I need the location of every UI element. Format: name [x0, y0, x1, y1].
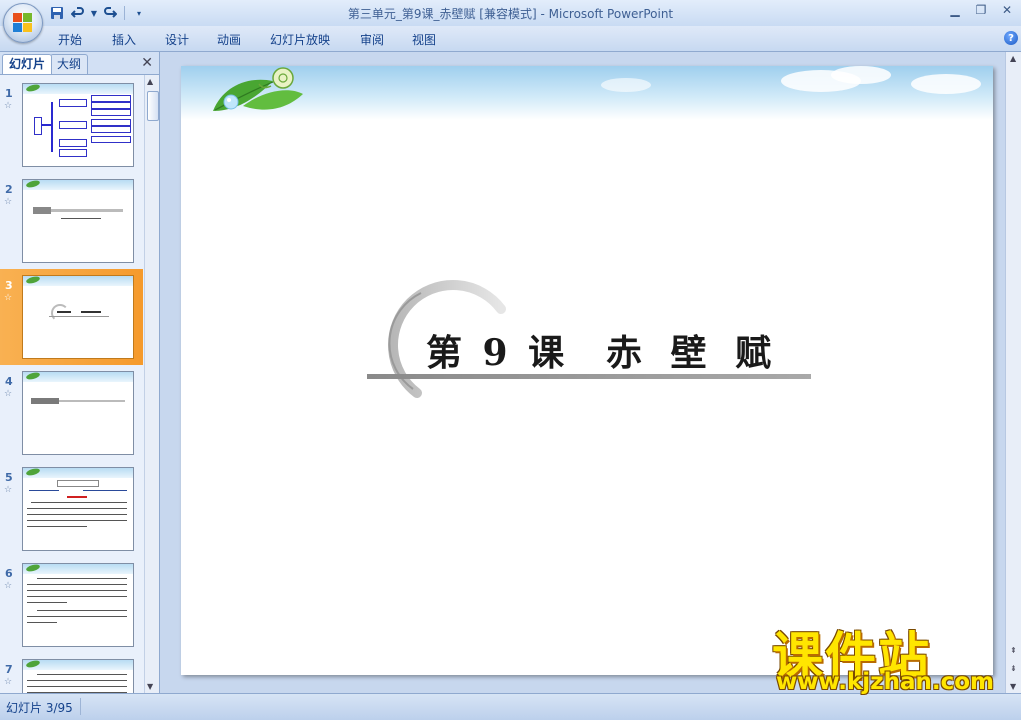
window-controls: ▁ ❐ ✕: [947, 2, 1015, 18]
slide-number: 2: [5, 183, 13, 196]
slide-number: 6: [5, 567, 13, 580]
status-separator: [80, 698, 81, 715]
thumbnail-image: [22, 83, 134, 167]
thumbnail-image: [22, 371, 134, 455]
animation-star-icon: ☆: [4, 293, 13, 303]
slide-thumbnail-3[interactable]: 3 ☆: [0, 269, 143, 365]
tab-insert[interactable]: 插入: [112, 31, 136, 48]
tab-view[interactable]: 视图: [412, 31, 436, 48]
status-bar: 幻灯片 3/95: [0, 693, 1021, 720]
undo-icon[interactable]: [69, 4, 87, 22]
office-button[interactable]: [3, 3, 43, 43]
tab-home[interactable]: 开始: [58, 31, 82, 48]
undo-dropdown-icon[interactable]: ▼: [90, 4, 98, 22]
qat-separator: [124, 6, 125, 20]
scrollbar-thumb[interactable]: [147, 91, 159, 121]
tab-outline[interactable]: 大纲: [50, 54, 89, 74]
redo-icon[interactable]: [101, 4, 119, 22]
slides-pane: 幻灯片 大纲 ✕ 1 ☆ 2 ☆ 3 ☆ 4 ☆ 5 ☆ 6 ☆ 7 ☆ ▲ ▼: [0, 52, 160, 693]
slide-thumbnail-list: 1 ☆ 2 ☆ 3 ☆ 4 ☆ 5 ☆ 6 ☆ 7 ☆: [0, 75, 143, 693]
ribbon-tab-bar: 开始 插入 设计 动画 幻灯片放映 审阅 视图 ?: [0, 26, 1021, 52]
thumbnail-image: [22, 659, 134, 693]
slide-number: 4: [5, 375, 13, 388]
previous-slide-icon[interactable]: ⇞: [1010, 646, 1017, 655]
pane-tabs: 幻灯片 大纲 ✕: [0, 52, 159, 75]
slide-scrollbar[interactable]: ▲ ⇞ ⇟ ▼: [1005, 52, 1021, 693]
slide-number: 7: [5, 663, 13, 676]
slide-thumbnail-6[interactable]: 6 ☆: [0, 557, 143, 653]
animation-star-icon: ☆: [4, 581, 13, 591]
slide-number: 1: [5, 87, 13, 100]
scroll-down-icon[interactable]: ▼: [1010, 682, 1016, 691]
thumbnail-scrollbar[interactable]: ▲ ▼: [144, 75, 159, 693]
title-bar: ▼ ▾ 第三单元_第9课_赤壁赋 [兼容模式] - Microsoft Powe…: [0, 0, 1021, 26]
animation-star-icon: ☆: [4, 389, 13, 399]
scroll-down-icon[interactable]: ▼: [147, 682, 153, 691]
slide-indicator: 幻灯片 3/95: [6, 701, 73, 715]
slide-lesson-number: 第 9 课: [426, 332, 569, 374]
thumbnail-image: [22, 563, 134, 647]
tab-slideshow[interactable]: 幻灯片放映: [270, 31, 330, 48]
slide-number: 3: [5, 279, 13, 292]
close-icon[interactable]: ✕: [999, 2, 1015, 18]
watermark-url: www.kjzhan.com: [776, 669, 994, 695]
slide-thumbnail-4[interactable]: 4 ☆: [0, 365, 143, 461]
tab-animation[interactable]: 动画: [217, 31, 241, 48]
current-slide[interactable]: 第 9 课 赤 壁 赋: [181, 66, 993, 675]
tab-review[interactable]: 审阅: [360, 31, 384, 48]
slide-number: 5: [5, 471, 13, 484]
office-logo-icon: [13, 13, 33, 33]
slide-thumbnail-2[interactable]: 2 ☆: [0, 173, 143, 269]
help-icon[interactable]: ?: [1004, 31, 1018, 45]
slide-thumbnail-7[interactable]: 7 ☆: [0, 653, 143, 693]
customize-toolbar-icon[interactable]: ▾: [130, 4, 148, 22]
restore-icon[interactable]: ❐: [973, 2, 989, 18]
slide-title: 赤 壁 赋: [606, 332, 780, 374]
animation-star-icon: ☆: [4, 101, 13, 111]
close-pane-icon[interactable]: ✕: [141, 55, 153, 71]
slide-thumbnail-5[interactable]: 5 ☆: [0, 461, 143, 557]
tab-slides[interactable]: 幻灯片: [2, 54, 53, 74]
slide-editing-area: 第 9 课 赤 壁 赋: [160, 52, 1005, 693]
scroll-up-icon[interactable]: ▲: [1010, 54, 1016, 63]
window-title: 第三单元_第9课_赤壁赋 [兼容模式] - Microsoft PowerPoi…: [347, 7, 674, 21]
leaf-decoration-icon: [213, 67, 303, 111]
quick-access-toolbar: ▼ ▾: [48, 3, 148, 23]
thumbnail-image: [22, 467, 134, 551]
animation-star-icon: ☆: [4, 485, 13, 495]
animation-star-icon: ☆: [4, 197, 13, 207]
scroll-up-icon[interactable]: ▲: [147, 77, 153, 86]
save-icon[interactable]: [48, 4, 66, 22]
tab-design[interactable]: 设计: [165, 31, 189, 48]
thumbnail-image: [22, 179, 134, 263]
animation-star-icon: ☆: [4, 677, 13, 687]
thumbnail-image: [22, 275, 134, 359]
minimize-icon[interactable]: ▁: [947, 2, 963, 18]
next-slide-icon[interactable]: ⇟: [1010, 664, 1017, 673]
slide-thumbnail-1[interactable]: 1 ☆: [0, 77, 143, 173]
